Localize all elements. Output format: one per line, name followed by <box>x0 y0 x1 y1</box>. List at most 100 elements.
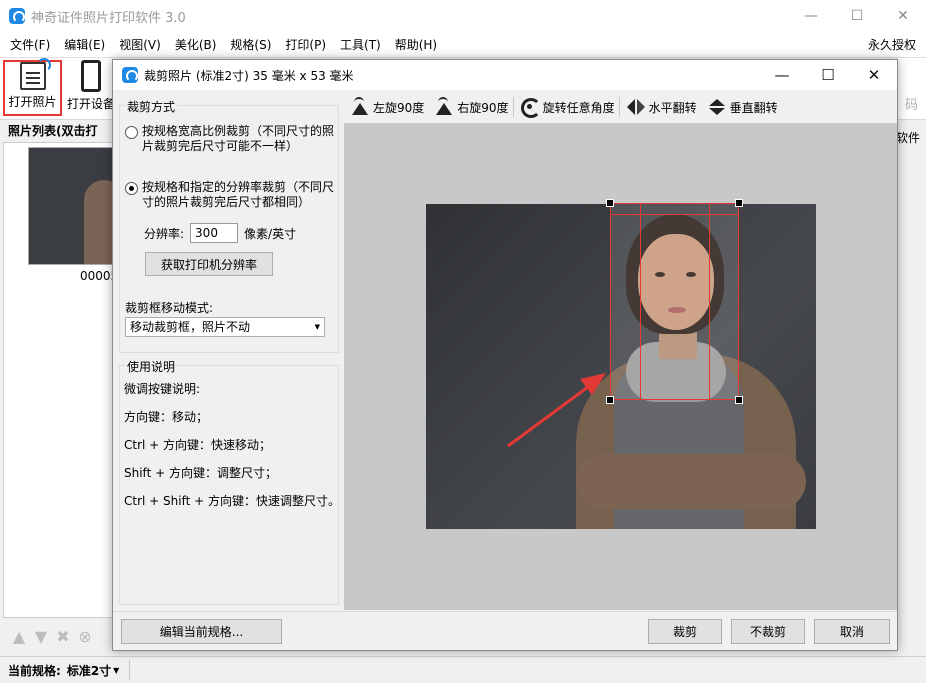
flip-horizontal-button[interactable]: 水平翻转 <box>626 97 697 117</box>
resolution-label: 分辨率: <box>144 226 185 241</box>
photo-list-header: 照片列表(双击打开) <box>0 120 112 160</box>
flip-vertical-icon <box>707 97 727 117</box>
help-line: Ctrl + Shift + 方向键：快速调整尺寸。 <box>124 494 340 508</box>
maximize-button[interactable]: ☐ <box>834 0 880 32</box>
close-button[interactable]: ✕ <box>880 0 926 32</box>
help-line: 微调按键说明: <box>124 382 201 396</box>
menu-view[interactable]: 视图(V) <box>112 32 168 58</box>
get-printer-resolution-button[interactable]: 获取打印机分辨率 <box>145 252 273 276</box>
thumbnail-figure <box>84 180 113 264</box>
open-photo-label: 打开照片 <box>8 95 57 109</box>
menu-print[interactable]: 打印(P) <box>278 32 333 58</box>
rotate-left-icon <box>350 97 370 117</box>
dialog-close-button[interactable]: ✕ <box>851 60 897 90</box>
crop-frame[interactable] <box>606 199 743 404</box>
dialog-window-controls: — ☐ ✕ <box>759 60 897 90</box>
rotate-right-label: 右旋90度 <box>457 100 509 115</box>
open-device-label: 打开设备 <box>66 97 115 111</box>
crop-guide-right <box>709 204 710 399</box>
open-photo-icon <box>19 58 51 90</box>
arrow-down-icon[interactable]: ▼ <box>32 628 50 646</box>
resolution-input[interactable]: 300 <box>190 223 239 243</box>
crop-button[interactable]: 裁剪 <box>648 619 722 644</box>
help-group <box>119 365 339 605</box>
crop-handle-bottom-right[interactable] <box>735 396 743 404</box>
radio-ratio-circle[interactable] <box>125 126 138 139</box>
open-photo-button[interactable]: 打开照片 <box>3 58 62 116</box>
chevron-down-icon[interactable]: ▼ <box>315 318 320 336</box>
menu-spec[interactable]: 规格(S) <box>223 32 278 58</box>
photo-arms <box>576 454 806 509</box>
list-actions: ▲ ▼ ✖ ⊗ <box>0 622 113 652</box>
app-icon <box>9 8 25 24</box>
crop-guide-left <box>640 204 641 399</box>
edit-spec-button[interactable]: 编辑当前规格... <box>121 619 282 644</box>
delete-icon[interactable]: ✖ <box>54 628 72 646</box>
menu-help[interactable]: 帮助(H) <box>388 32 444 58</box>
radio-resolution-crop[interactable]: 按规格和指定的分辨率裁剪（不同尺寸的照片裁剪完后尺寸都相同） <box>125 180 338 210</box>
no-crop-button[interactable]: 不裁剪 <box>731 619 805 644</box>
move-mode-select[interactable]: 移动裁剪框，照片不动 ▼ <box>125 317 325 337</box>
rotate-right-button[interactable]: 右旋90度 <box>434 97 509 117</box>
app-title: 神奇证件照片打印软件 3.0 <box>31 10 186 26</box>
phone-icon <box>81 60 101 92</box>
dialog-minimize-button[interactable]: — <box>759 60 805 90</box>
toolbar-divider <box>618 97 620 117</box>
image-toolbar: 左旋90度 右旋90度 旋转任意角度 水平翻转 垂直翻转 <box>344 91 897 123</box>
window-controls: — ☐ ✕ <box>788 0 926 32</box>
open-device-button[interactable]: 打开设备 <box>64 60 118 116</box>
rotate-left-label: 左旋90度 <box>373 100 425 115</box>
menu-file[interactable]: 文件(F) <box>0 32 57 58</box>
rotate-any-icon <box>520 97 541 118</box>
crop-handle-top-left[interactable] <box>606 199 614 207</box>
photo-thumbnail[interactable] <box>28 147 114 265</box>
minimize-button[interactable]: — <box>788 0 834 32</box>
help-line: 方向键：移动； <box>124 410 209 424</box>
help-line: Shift + 方向键：调整尺寸； <box>124 466 277 480</box>
move-mode-value: 移动裁剪框，照片不动 <box>130 320 251 334</box>
arrow-up-icon[interactable]: ▲ <box>10 628 28 646</box>
flip-vertical-button[interactable]: 垂直翻转 <box>707 97 778 117</box>
dialog-title: 裁剪照片 (标准2寸) 35 毫米 x 53 毫米 <box>144 68 354 83</box>
flip-horizontal-label: 水平翻转 <box>648 100 697 115</box>
status-divider <box>129 660 131 680</box>
right-panel-header: 软件 <box>896 120 926 156</box>
radio-ratio-label: 按规格宽高比例裁剪（不同尺寸的照片裁剪完后尺寸可能不一样） <box>142 124 335 153</box>
rotate-left-button[interactable]: 左旋90度 <box>350 97 424 117</box>
resolution-unit: 像素/英寸 <box>244 226 297 241</box>
license-label[interactable]: 永久授权 <box>868 32 916 58</box>
crop-handle-top-right[interactable] <box>735 199 743 207</box>
dialog-maximize-button[interactable]: ☐ <box>805 60 851 90</box>
dialog-titlebar: 裁剪照片 (标准2寸) 35 毫米 x 53 毫米 — ☐ ✕ <box>113 60 897 90</box>
menu-tools[interactable]: 工具(T) <box>333 32 388 58</box>
dialog-app-icon <box>122 67 138 83</box>
crop-canvas[interactable] <box>344 123 897 610</box>
rotate-any-button[interactable]: 旋转任意角度 <box>520 97 615 118</box>
photo-list[interactable]: 00005 <box>3 142 118 618</box>
resolution-row: 分辨率: 300 像素/英寸 <box>144 223 296 243</box>
menubar: 文件(F) 编辑(E) 视图(V) 美化(B) 规格(S) 打印(P) 工具(T… <box>0 32 926 58</box>
toolbar-right-ghost: 码 <box>904 98 918 113</box>
crop-handle-bottom-left[interactable] <box>606 396 614 404</box>
flip-horizontal-icon <box>626 97 646 117</box>
rotate-any-label: 旋转任意角度 <box>542 100 615 115</box>
rotate-right-icon <box>434 97 454 117</box>
help-title: 使用说明 <box>125 358 178 375</box>
menu-edit[interactable]: 编辑(E) <box>57 32 112 58</box>
radio-ratio-crop[interactable]: 按规格宽高比例裁剪（不同尺寸的照片裁剪完后尺寸可能不一样） <box>125 124 338 154</box>
dialog-button-bar: 编辑当前规格... 裁剪 不裁剪 取消 <box>113 611 897 650</box>
current-spec-label: 当前规格: <box>8 663 61 678</box>
radio-resolution-circle[interactable] <box>125 182 138 195</box>
help-line: Ctrl + 方向键：快速移动； <box>124 438 272 452</box>
cancel-button[interactable]: 取消 <box>814 619 890 644</box>
crop-mode-title: 裁剪方式 <box>125 98 178 115</box>
current-spec-dropdown[interactable]: 标准2寸 <box>67 662 111 679</box>
statusbar: 当前规格: 标准2寸 ▼ <box>0 656 926 683</box>
crop-guide-top <box>611 214 738 215</box>
menu-beautify[interactable]: 美化(B) <box>168 32 224 58</box>
chevron-down-icon[interactable]: ▼ <box>113 666 119 675</box>
main-titlebar: 神奇证件照片打印软件 3.0 — ☐ ✕ <box>0 0 926 32</box>
crop-dialog: 裁剪照片 (标准2寸) 35 毫米 x 53 毫米 — ☐ ✕ 裁剪方式 按规格… <box>112 59 898 651</box>
close-circle-icon[interactable]: ⊗ <box>76 628 94 646</box>
move-mode-label: 裁剪框移动模式: <box>125 301 214 315</box>
